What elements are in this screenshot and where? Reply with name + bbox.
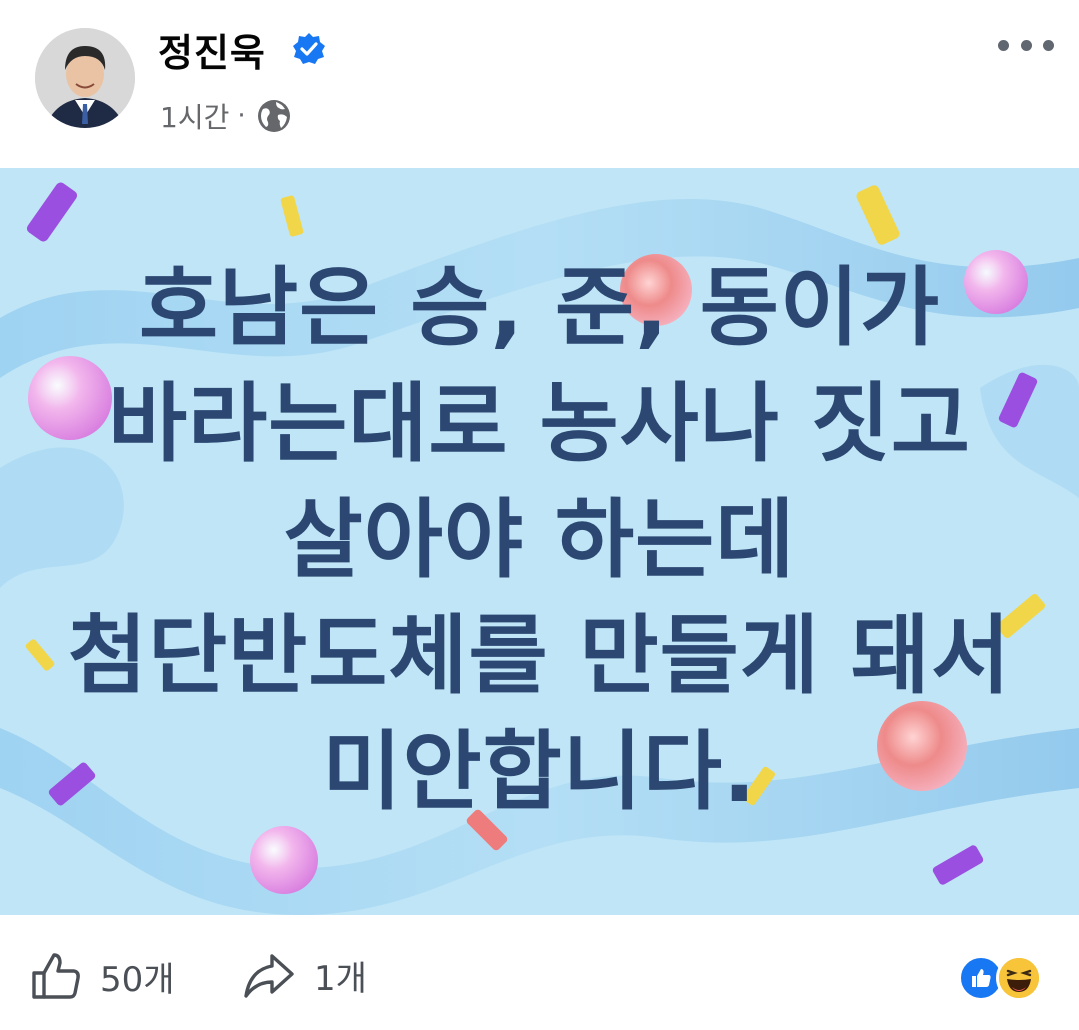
post-actions: 50개 1개 — [0, 915, 1079, 1030]
more-options-button[interactable] — [998, 30, 1054, 60]
thumbs-up-icon — [972, 969, 991, 987]
image-text-line: 살아야 하는데 — [283, 490, 796, 590]
share-count: 1개 — [314, 959, 367, 999]
post-image[interactable]: 호남은 승, 준, 동이가 바라는대로 농사나 짓고 살아야 하는데 첨단반도체… — [0, 168, 1079, 915]
image-text-line: 미안합니다. — [322, 722, 757, 822]
post-meta: 1시간 · — [160, 96, 292, 136]
laughing-face-icon — [999, 958, 1039, 998]
share-button[interactable]: 1개 — [242, 951, 367, 1000]
more-dot-icon — [1043, 39, 1054, 51]
haha-reaction-icon — [996, 955, 1042, 1001]
author-name[interactable]: 정진욱 — [158, 22, 266, 77]
meta-separator: · — [237, 101, 246, 131]
image-text-line: 호남은 승, 준, 동이가 — [138, 258, 941, 358]
globe-icon — [257, 100, 290, 132]
more-dot-icon — [1020, 39, 1032, 51]
avatar-photo — [35, 28, 135, 128]
image-text: 호남은 승, 준, 동이가 바라는대로 농사나 짓고 살아야 하는데 첨단반도체… — [0, 250, 1079, 830]
post-header: 정진욱 1시간 · — [0, 0, 1079, 168]
image-text-line: 첨단반도체를 만들게 돼서 — [67, 606, 1012, 706]
post-time[interactable]: 1시간 — [160, 96, 229, 136]
verified-badge-icon — [293, 33, 325, 64]
image-text-line: 바라는대로 농사나 짓고 — [107, 374, 972, 474]
like-count: 50개 — [100, 959, 175, 1000]
like-button[interactable]: 50개 — [30, 951, 175, 1001]
more-dot-icon — [998, 39, 1009, 51]
thumbs-up-icon — [32, 953, 80, 999]
author-avatar[interactable] — [35, 28, 135, 128]
reaction-summary[interactable] — [958, 955, 1050, 1001]
share-arrow-icon — [244, 953, 294, 998]
